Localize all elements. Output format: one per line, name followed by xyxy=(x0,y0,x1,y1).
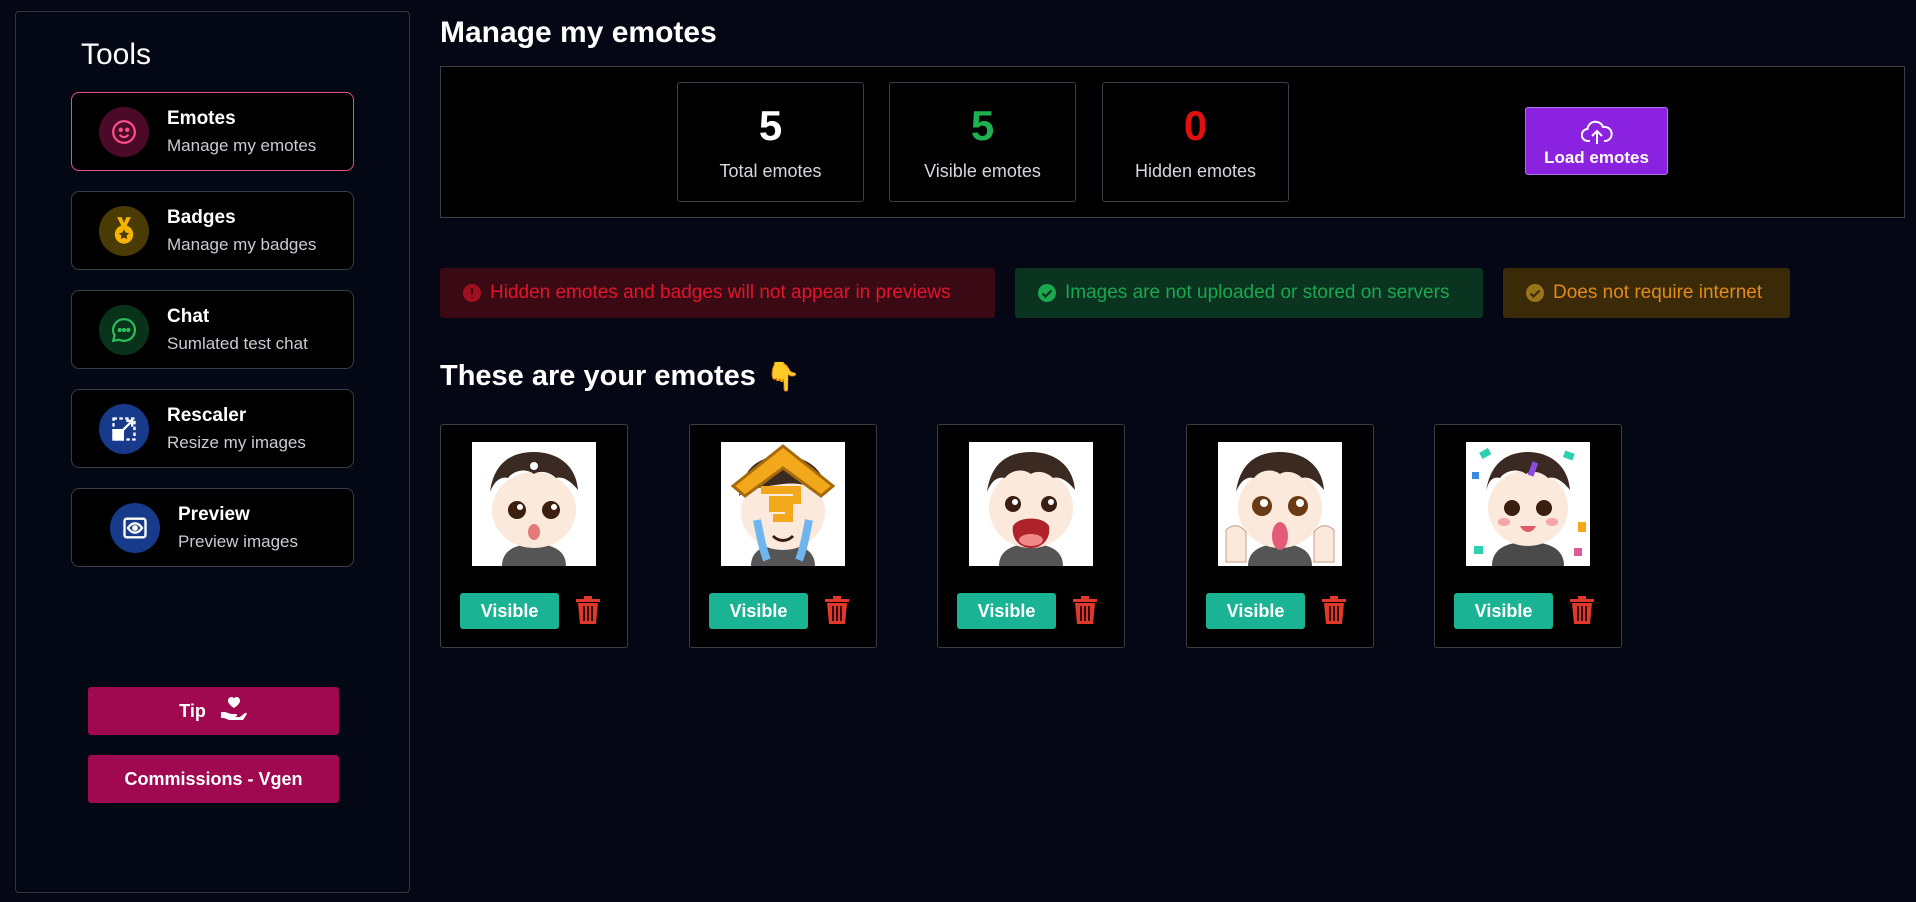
delete-emote-button[interactable] xyxy=(575,595,601,630)
delete-emote-button[interactable] xyxy=(1321,595,1347,630)
trash-icon xyxy=(576,596,600,624)
stat-label: Total emotes xyxy=(719,161,822,181)
notice-hidden: Hidden emotes and badges will not appear… xyxy=(440,268,995,318)
stat-visible: 5 Visible emotes xyxy=(889,82,1076,202)
visible-toggle-button[interactable]: Visible xyxy=(460,593,559,629)
pointing-down-emoji: 👇 xyxy=(765,361,801,392)
stat-value: 0 xyxy=(1183,102,1208,149)
delete-emote-button[interactable] xyxy=(1072,595,1098,630)
tip-label: Tip xyxy=(179,700,206,721)
stat-value: 5 xyxy=(970,102,995,149)
emote-image xyxy=(1466,442,1590,566)
sidebar-item-title: Chat xyxy=(167,305,210,327)
load-emotes-button[interactable]: Load emotes xyxy=(1525,107,1668,175)
tip-button[interactable]: Tip xyxy=(88,687,339,735)
error-icon xyxy=(463,284,481,302)
smile-icon xyxy=(99,106,149,157)
notice-text: Does not require internet xyxy=(1553,282,1763,303)
emote-image xyxy=(721,442,845,566)
sidebar-item-subtitle: Sumlated test chat xyxy=(167,333,308,353)
sidebar: Tools Emotes Manage my emotes Badges Man… xyxy=(15,11,410,893)
sidebar-item-title: Badges xyxy=(167,206,236,228)
emote-card: Visible xyxy=(689,424,877,648)
medal-icon xyxy=(99,205,149,256)
visible-toggle-button[interactable]: Visible xyxy=(1206,593,1305,629)
stat-hidden: 0 Hidden emotes xyxy=(1102,82,1289,202)
sidebar-item-chat[interactable]: Chat Sumlated test chat xyxy=(71,290,354,369)
notice-offline: Does not require internet xyxy=(1503,268,1790,318)
stat-value: 5 xyxy=(758,102,783,149)
commissions-button[interactable]: Commissions - Vgen xyxy=(88,755,339,803)
sidebar-item-emotes[interactable]: Emotes Manage my emotes xyxy=(71,92,354,171)
upload-cloud-icon xyxy=(1580,120,1613,144)
sidebar-item-subtitle: Preview images xyxy=(178,531,298,551)
sidebar-item-rescaler[interactable]: Rescaler Resize my images xyxy=(71,389,354,468)
stat-label: Visible emotes xyxy=(924,161,1041,181)
delete-emote-button[interactable] xyxy=(1569,595,1595,630)
sidebar-title: Tools xyxy=(81,38,152,71)
emote-card: Visible xyxy=(440,424,628,648)
chat-icon xyxy=(99,304,149,355)
trash-icon xyxy=(1322,596,1346,624)
emote-card: Visible xyxy=(937,424,1125,648)
hand-heart-icon xyxy=(220,696,248,727)
trash-icon xyxy=(825,596,849,624)
stat-label: Hidden emotes xyxy=(1134,161,1257,181)
stats-panel: 5 Total emotes 5 Visible emotes 0 Hidden… xyxy=(440,66,1905,218)
check-circle-icon xyxy=(1526,284,1544,302)
emote-image xyxy=(472,442,596,566)
check-circle-icon xyxy=(1038,284,1056,302)
eye-icon xyxy=(110,502,160,553)
section-title-text: These are your emotes xyxy=(440,360,756,392)
resize-icon xyxy=(99,403,149,454)
notice-text: Images are not uploaded or stored on ser… xyxy=(1065,282,1450,303)
sidebar-item-preview[interactable]: Preview Preview images xyxy=(71,488,354,567)
page-title: Manage my emotes xyxy=(440,16,717,49)
sidebar-item-subtitle: Manage my badges xyxy=(167,234,317,254)
sidebar-item-title: Rescaler xyxy=(167,404,247,426)
sidebar-item-title: Emotes xyxy=(167,107,236,129)
notice-privacy: Images are not uploaded or stored on ser… xyxy=(1015,268,1483,318)
sidebar-item-badges[interactable]: Badges Manage my badges xyxy=(71,191,354,270)
visible-toggle-button[interactable]: Visible xyxy=(957,593,1056,629)
trash-icon xyxy=(1073,596,1097,624)
sidebar-item-title: Preview xyxy=(178,503,250,525)
stat-total: 5 Total emotes xyxy=(677,82,864,202)
sidebar-item-subtitle: Resize my images xyxy=(167,432,306,452)
notice-text: Hidden emotes and badges will not appear… xyxy=(490,282,951,303)
section-title: These are your emotes 👇 xyxy=(440,360,801,393)
delete-emote-button[interactable] xyxy=(824,595,850,630)
sidebar-item-subtitle: Manage my emotes xyxy=(167,135,317,155)
emote-image xyxy=(1218,442,1342,566)
emote-image xyxy=(969,442,1093,566)
load-emotes-label: Load emotes xyxy=(1544,148,1649,167)
visible-toggle-button[interactable]: Visible xyxy=(1454,593,1553,629)
visible-toggle-button[interactable]: Visible xyxy=(709,593,808,629)
emote-card: Visible xyxy=(1186,424,1374,648)
trash-icon xyxy=(1570,596,1594,624)
emote-card: Visible xyxy=(1434,424,1622,648)
